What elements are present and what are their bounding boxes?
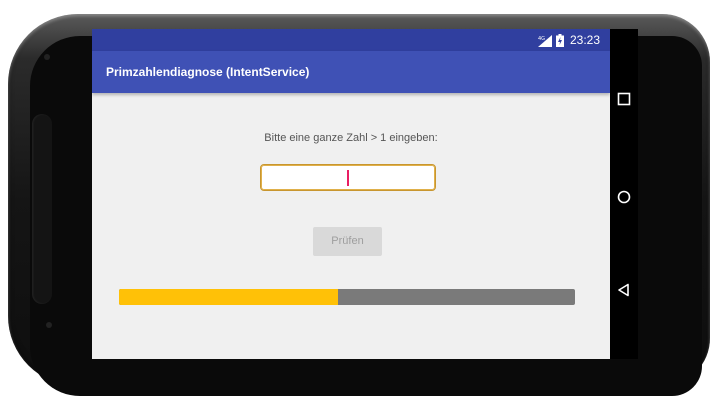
signal-4g-icon: 4G <box>537 34 552 47</box>
app-bar: Primzahlendiagnose (IntentService) <box>92 51 610 93</box>
svg-text:4G: 4G <box>538 36 545 42</box>
speaker-dot <box>46 322 52 328</box>
check-button[interactable]: Prüfen <box>313 227 382 256</box>
status-time: 23:23 <box>569 33 600 47</box>
status-bar: 4G 23:23 <box>92 29 610 51</box>
recents-square-icon[interactable] <box>616 91 632 107</box>
speaker-dot <box>44 54 50 60</box>
input-prompt-label: Bitte eine ganze Zahl > 1 eingeben: <box>264 132 438 144</box>
progress-bar-fill <box>119 289 338 305</box>
number-input[interactable] <box>260 164 436 191</box>
device-screen: 4G 23:23 Primzahlendiagnose (IntentServi… <box>92 29 638 359</box>
navigation-bar <box>610 29 638 359</box>
progress-bar <box>119 289 575 305</box>
home-circle-icon[interactable] <box>616 189 632 205</box>
app-window: 4G 23:23 Primzahlendiagnose (IntentServi… <box>92 29 610 359</box>
app-title: Primzahlendiagnose (IntentService) <box>106 65 310 79</box>
phone-side-grille <box>32 114 52 304</box>
back-triangle-icon[interactable] <box>616 282 632 298</box>
battery-icon <box>555 33 564 47</box>
text-cursor <box>347 170 349 186</box>
